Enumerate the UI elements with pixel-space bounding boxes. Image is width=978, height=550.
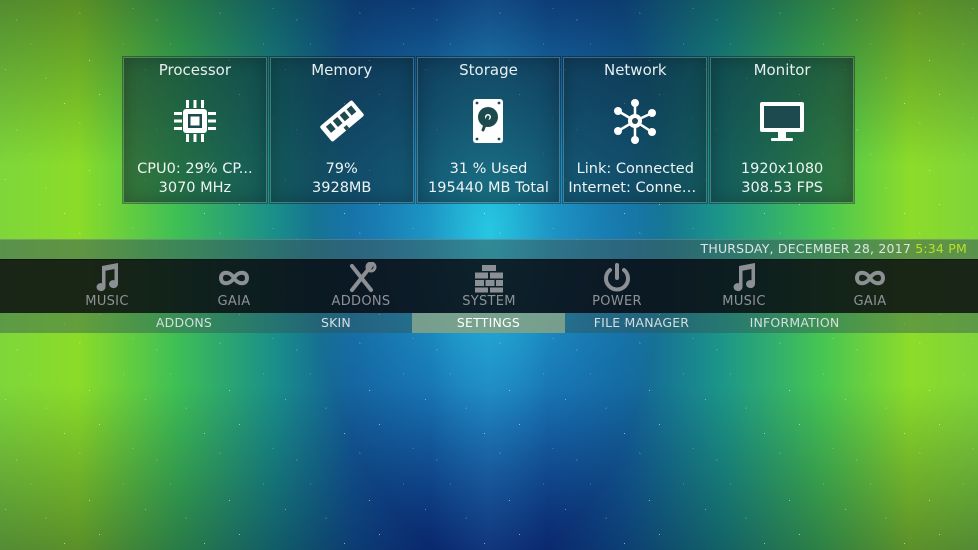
menu-item-gaia-2[interactable]: GAIA — [815, 259, 925, 313]
panel-line-2: Internet: Connect... — [568, 180, 703, 196]
panel-line-1: 31 % Used — [449, 161, 528, 177]
power-icon — [600, 262, 634, 294]
menu-label: GAIA — [853, 294, 887, 309]
submenu-item-file-manager[interactable]: FILE MANAGER — [565, 313, 718, 333]
menu-item-music[interactable]: MUSIC — [52, 259, 162, 313]
panel-line-2: 195440 MB Total — [428, 180, 549, 196]
network-icon — [610, 96, 660, 146]
menu-item-gaia[interactable]: GAIA — [179, 259, 289, 313]
menu-label: SYSTEM — [462, 294, 516, 309]
infinity-icon — [217, 262, 251, 294]
submenu-item-information[interactable]: INFORMATION — [718, 313, 871, 333]
menu-item-music-2[interactable]: MUSIC — [689, 259, 799, 313]
monitor-icon — [757, 96, 807, 146]
main-menu: MUSIC GAIA ADDONS SYSTEM POWER MUSIC GAI… — [0, 259, 978, 313]
panel-line-1: Link: Connected — [576, 161, 694, 177]
panel-monitor[interactable]: Monitor 1920x1080 308.53 FPS — [710, 57, 854, 203]
panel-title: Monitor — [753, 61, 811, 79]
menu-item-addons[interactable]: ADDONS — [306, 259, 416, 313]
music-note-icon — [727, 262, 761, 294]
ram-icon — [317, 96, 367, 146]
submenu-item-settings[interactable]: SETTINGS — [412, 313, 565, 333]
panel-title: Storage — [459, 61, 518, 79]
panel-storage[interactable]: Storage 31 % Used 195440 MB Total — [416, 57, 561, 203]
tools-icon — [344, 262, 378, 294]
menu-item-system[interactable]: SYSTEM — [434, 259, 544, 313]
menu-label: POWER — [592, 294, 642, 309]
panel-memory[interactable]: Memory 79% 3928MB — [269, 57, 414, 203]
music-note-icon — [90, 262, 124, 294]
panel-title: Network — [603, 61, 667, 79]
panel-network[interactable]: Network Link: Connected Internet: Connec… — [563, 57, 708, 203]
cpu-icon — [170, 96, 220, 146]
date-time-display: THURSDAY, DECEMBER 28, 2017 5:34 PM — [701, 241, 967, 256]
menu-label: GAIA — [217, 294, 251, 309]
panel-title: Memory — [311, 61, 373, 79]
date-time-bar: THURSDAY, DECEMBER 28, 2017 5:34 PM — [0, 239, 978, 260]
panel-line-2: 3070 MHz — [158, 180, 232, 196]
hard-drive-icon — [463, 96, 513, 146]
brick-wall-icon — [472, 262, 506, 294]
time-text: 5:34 PM — [915, 241, 967, 256]
menu-label: MUSIC — [722, 294, 766, 309]
system-info-panels: Processor CPU0: 29% CP... 3070 MHz Memor… — [123, 57, 854, 203]
panel-line-2: 308.53 FPS — [741, 180, 823, 196]
sub-menu: ADDONS SKIN SETTINGS FILE MANAGER INFORM… — [0, 313, 978, 333]
submenu-item-skin[interactable]: SKIN — [260, 313, 412, 333]
panel-line-1: 79% — [325, 161, 358, 177]
date-text: THURSDAY, DECEMBER 28, 2017 — [700, 241, 912, 256]
menu-label: MUSIC — [85, 294, 129, 309]
panel-line-1: CPU0: 29% CP... — [137, 161, 253, 177]
panel-processor[interactable]: Processor CPU0: 29% CP... 3070 MHz — [123, 57, 267, 203]
submenu-item-addons[interactable]: ADDONS — [108, 313, 260, 333]
infinity-icon — [853, 262, 887, 294]
menu-item-power[interactable]: POWER — [562, 259, 672, 313]
panel-line-2: 3928MB — [312, 180, 372, 196]
panel-title: Processor — [158, 61, 232, 79]
panel-line-1: 1920x1080 — [740, 161, 824, 177]
menu-label: ADDONS — [331, 294, 391, 309]
